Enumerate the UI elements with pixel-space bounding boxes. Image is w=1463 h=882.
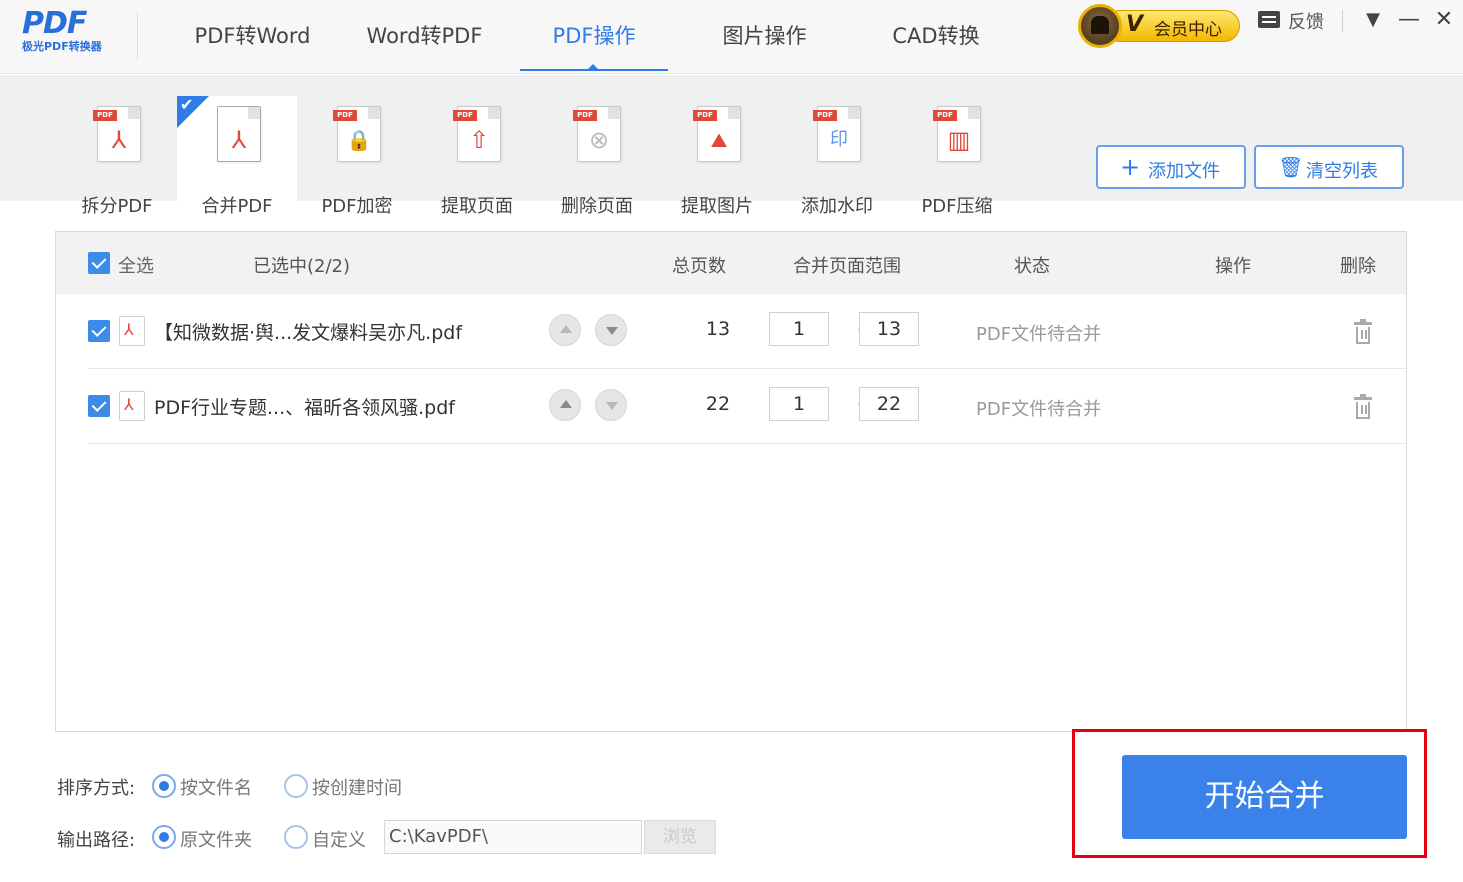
tool-encrypt-pdf[interactable]: PDF 🔒 PDF加密 xyxy=(297,96,417,217)
file-list-header: 全选 已选中(2/2) 总页数 合并页面范围 状态 操作 删除 xyxy=(56,232,1406,294)
pdf-operations-toolbar: PDF ⅄ 拆分PDF ⅄ ✔ 合并PDF PDF 🔒 PDF加密 PDF ⇧ … xyxy=(0,75,1463,217)
row-checkbox[interactable] xyxy=(88,320,110,342)
move-down-button[interactable] xyxy=(595,314,627,346)
header-total-pages: 总页数 xyxy=(672,256,726,277)
split-pdf-icon: PDF ⅄ xyxy=(93,106,143,164)
tool-delete-page[interactable]: PDF ⊗ 删除页面 xyxy=(537,96,657,217)
tool-split-pdf[interactable]: PDF ⅄ 拆分PDF xyxy=(57,96,177,217)
logo-divider xyxy=(137,12,138,60)
compress-pdf-icon: PDF ▥ xyxy=(933,106,983,164)
browse-button[interactable]: 浏览 xyxy=(644,820,716,854)
tool-merge-pdf[interactable]: ⅄ ✔ 合并PDF xyxy=(177,95,297,217)
tab-pdf-operations[interactable]: PDF操作 xyxy=(520,0,668,74)
select-all-label[interactable]: 全选 xyxy=(118,252,154,278)
plus-icon: + xyxy=(1120,153,1141,181)
sort-by-time-radio[interactable] xyxy=(284,774,308,798)
row-checkbox[interactable] xyxy=(88,395,110,417)
total-pages: 22 xyxy=(705,393,731,415)
range-to-input[interactable]: 13 xyxy=(859,312,919,346)
tab-pdf-to-word[interactable]: PDF转Word xyxy=(180,0,325,74)
vip-v-icon: V xyxy=(1126,12,1144,37)
add-watermark-icon: PDF 印 xyxy=(813,106,863,164)
output-custom-label[interactable]: 自定义 xyxy=(312,826,366,852)
header-merge-range: 合并页面范围 xyxy=(793,256,901,277)
output-original-radio[interactable] xyxy=(152,825,176,849)
select-all-checkbox[interactable] xyxy=(88,252,110,274)
table-row: PDF行业专题...、福昕各领风骚.pdf 22 1 22 PDF文件待合并 xyxy=(88,369,1406,444)
header-actions: 操作 xyxy=(1215,256,1251,277)
clear-list-label: 清空列表 xyxy=(1306,161,1378,182)
trash-icon: 🗑 xyxy=(1278,155,1304,179)
delete-row-icon[interactable] xyxy=(1354,319,1372,344)
file-list-panel: 全选 已选中(2/2) 总页数 合并页面范围 状态 操作 删除 【知微数据·舆.… xyxy=(55,231,1407,732)
vip-center-button[interactable]: V 会员中心 xyxy=(1078,4,1242,48)
output-original-label[interactable]: 原文件夹 xyxy=(180,826,252,852)
tool-extract-page[interactable]: PDF ⇧ 提取页面 xyxy=(417,96,537,217)
tool-label: 添加水印 xyxy=(801,196,873,217)
feedback-label: 反馈 xyxy=(1288,12,1324,33)
tool-label: 删除页面 xyxy=(561,196,633,217)
tab-cad-conversion[interactable]: CAD转换 xyxy=(862,0,1010,74)
clear-list-button[interactable]: 🗑 清空列表 xyxy=(1254,145,1404,189)
output-path-input[interactable]: C:\KavPDF\ xyxy=(384,820,642,854)
range-from-input[interactable]: 1 xyxy=(769,312,829,346)
tool-label: 提取图片 xyxy=(681,196,753,217)
pdf-file-icon xyxy=(119,391,145,421)
selected-count: 已选中(2/2) xyxy=(253,256,351,277)
tool-add-watermark[interactable]: PDF 印 添加水印 xyxy=(777,96,897,217)
range-to-input[interactable]: 22 xyxy=(859,387,919,421)
user-avatar[interactable] xyxy=(1078,4,1122,48)
encrypt-pdf-icon: PDF 🔒 xyxy=(333,106,383,164)
tool-extract-image[interactable]: PDF ⛰ 提取图片 xyxy=(657,96,777,217)
feedback-icon xyxy=(1258,11,1280,28)
tool-label: 合并PDF xyxy=(201,196,273,217)
pdf-file-icon xyxy=(119,316,145,346)
header-delete: 删除 xyxy=(1340,256,1376,277)
move-up-button[interactable] xyxy=(549,389,581,421)
tab-word-to-pdf[interactable]: Word转PDF xyxy=(352,0,497,74)
file-status: PDF文件待合并 xyxy=(976,324,1102,345)
tab-image-operations[interactable]: 图片操作 xyxy=(692,0,837,74)
tool-label: 提取页面 xyxy=(441,196,513,217)
file-name: 【知微数据·舆...发文爆料吴亦凡.pdf xyxy=(154,322,463,344)
move-up-button[interactable] xyxy=(549,314,581,346)
logo-mark: PDF xyxy=(22,6,87,41)
active-tab-caret-icon xyxy=(588,64,598,69)
delete-page-icon: PDF ⊗ xyxy=(573,106,623,164)
sort-method-label: 排序方式: xyxy=(57,778,136,799)
output-path-label: 输出路径: xyxy=(57,830,136,851)
add-file-button[interactable]: + 添加文件 xyxy=(1096,145,1246,189)
minimize-icon[interactable]: — xyxy=(1397,6,1421,34)
file-status: PDF文件待合并 xyxy=(976,399,1102,420)
top-bar: PDF 极光PDF转换器 PDF转Word Word转PDF PDF操作 图片操… xyxy=(0,0,1463,74)
merge-pdf-icon: ⅄ xyxy=(213,106,263,164)
tool-label: PDF加密 xyxy=(321,196,393,217)
total-pages: 13 xyxy=(705,318,731,340)
app-logo: PDF 极光PDF转换器 xyxy=(22,8,114,62)
sort-by-name-radio[interactable] xyxy=(152,774,176,798)
extract-page-icon: PDF ⇧ xyxy=(453,106,503,164)
range-from-input[interactable]: 1 xyxy=(769,387,829,421)
tool-compress-pdf[interactable]: PDF ▥ PDF压缩 xyxy=(897,96,1017,217)
active-tab-indicator xyxy=(520,69,668,71)
header-status: 状态 xyxy=(1014,256,1050,277)
file-name: PDF行业专题...、福昕各领风骚.pdf xyxy=(154,397,455,419)
delete-row-icon[interactable] xyxy=(1354,394,1372,419)
close-icon[interactable]: ✕ xyxy=(1432,6,1456,34)
sort-by-name-label[interactable]: 按文件名 xyxy=(180,774,252,800)
tool-label: PDF压缩 xyxy=(921,196,993,217)
highlight-annotation-box xyxy=(1072,729,1427,858)
move-down-button[interactable] xyxy=(595,389,627,421)
add-file-label: 添加文件 xyxy=(1148,161,1220,182)
table-row: 【知微数据·舆...发文爆料吴亦凡.pdf 13 1 13 PDF文件待合并 xyxy=(88,294,1406,369)
extract-image-icon: PDF ⛰ xyxy=(693,106,743,164)
checkmark-icon: ✔ xyxy=(180,95,194,114)
vip-center-label: 会员中心 xyxy=(1154,20,1222,40)
menu-dropdown-icon[interactable]: ▼ xyxy=(1361,6,1385,34)
window-controls-divider xyxy=(1342,10,1343,32)
sort-by-time-label[interactable]: 按创建时间 xyxy=(312,774,402,800)
logo-subtitle: 极光PDF转换器 xyxy=(22,40,102,53)
output-custom-radio[interactable] xyxy=(284,825,308,849)
tool-label: 拆分PDF xyxy=(81,196,153,217)
